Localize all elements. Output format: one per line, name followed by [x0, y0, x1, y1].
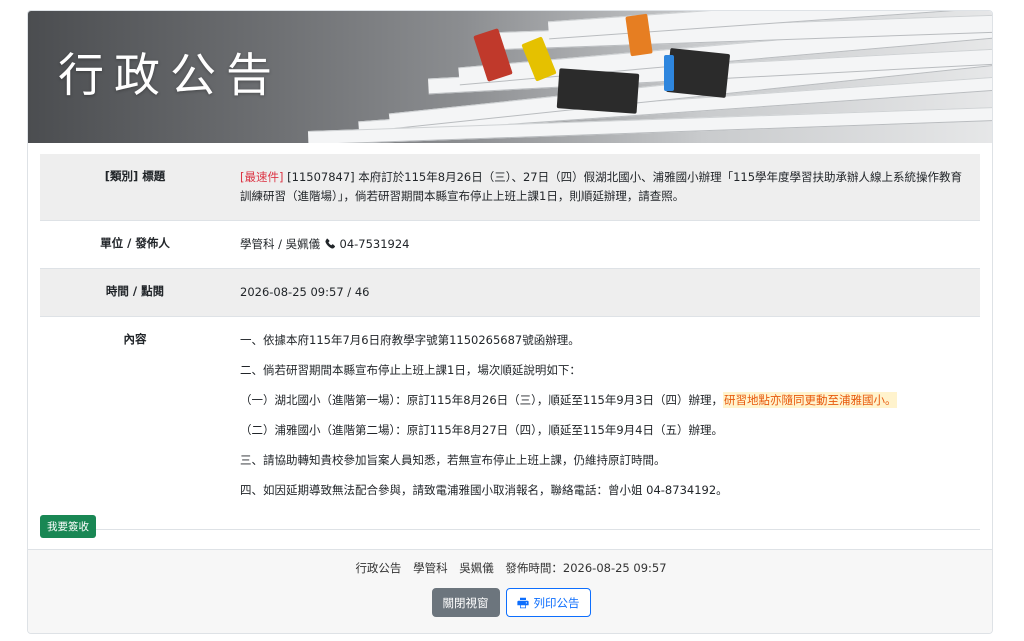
unit-label: 單位 / 發佈人 [100, 236, 170, 250]
banner-title: 行政公告 [58, 48, 282, 102]
content-label: 內容 [123, 332, 147, 346]
footer-unit: 學管科 [413, 561, 448, 575]
content-text: （一）湖北國小（進階第一場）：原訂115年8月26日（三），順延至115年9月3… [240, 393, 723, 407]
phone-icon [325, 238, 335, 249]
subject-label: [類別] 標題 [104, 169, 166, 183]
subject-text: [11507847] 本府訂於115年8月26日（三）、27日（四）假湖北國小、… [240, 170, 963, 203]
footer: 行政公告 學管科 吳姵儀 發佈時間：2026-08-25 09:57 關閉視窗 … [28, 549, 992, 633]
content-paragraph: （一）湖北國小（進階第一場）：原訂115年8月26日（三），順延至115年9月3… [240, 391, 970, 410]
content-paragraph: 一、依據本府115年7月6日府教學字號第1150265687號函辦理。 [240, 333, 580, 347]
highlighted-note: 研習地點亦隨同更動至浦雅國小。 [722, 392, 898, 408]
close-window-button[interactable]: 關閉視窗 [431, 588, 500, 617]
print-label: 列印公告 [533, 595, 580, 610]
footer-section: 行政公告 [355, 561, 402, 575]
time-value: 2026-08-25 09:57 / 46 [240, 285, 370, 299]
sign-receipt-button[interactable]: 我要簽收 [40, 515, 96, 538]
time-label: 時間 / 點閱 [105, 284, 165, 298]
content-row: 內容 一、依據本府115年7月6日府教學字號第1150265687號函辦理。 二… [40, 317, 980, 530]
footer-meta: 行政公告 學管科 吳姵儀 發佈時間：2026-08-25 09:57 [28, 560, 992, 576]
print-button[interactable]: 列印公告 [505, 588, 591, 617]
content-body: 一、依據本府115年7月6日府教學字號第1150265687號函辦理。 二、倘若… [230, 317, 980, 525]
subject-row: [類別] 標題 [最速件] [11507847] 本府訂於115年8月26日（三… [40, 154, 980, 221]
banner-image: 行政公告 [28, 11, 992, 143]
unit-publisher: 學管科 / 吳姵儀 [240, 237, 321, 251]
announcement-card: 行政公告 [類別] 標題 [最速件] [11507847] 本府訂於115年8月… [27, 10, 993, 634]
time-row: 時間 / 點閱 2026-08-25 09:57 / 46 [40, 269, 980, 317]
unit-value: 學管科 / 吳姵儀 04-7531924 [230, 221, 980, 268]
category-badge: [最速件] [240, 170, 284, 184]
printer-icon [516, 597, 529, 608]
content-paragraph: 三、請協助轉知貴校參加旨案人員知悉，若無宣布停止上班上課，仍維持原訂時間。 [240, 453, 666, 467]
footer-actions: 關閉視窗 列印公告 [28, 588, 992, 617]
content-paragraph: 二、倘若研習期間本縣宣布停止上班上課1日，場次順延說明如下： [240, 363, 581, 377]
subject-value: [最速件] [11507847] 本府訂於115年8月26日（三）、27日（四）… [230, 154, 980, 220]
unit-row: 單位 / 發佈人 學管科 / 吳姵儀 04-7531924 [40, 221, 980, 269]
footer-publish-time: 發佈時間：2026-08-25 09:57 [505, 561, 667, 575]
unit-phone: 04-7531924 [339, 237, 410, 251]
content-paragraph: （二）浦雅國小（進階第二場）：原訂115年8月27日（四），順延至115年9月4… [240, 423, 723, 437]
footer-person: 吳姵儀 [459, 561, 494, 575]
content-paragraph: 四、如因延期導致無法配合參與，請致電浦雅國小取消報名，聯絡電話：曾小姐 04-8… [240, 483, 728, 497]
announcement-table: [類別] 標題 [最速件] [11507847] 本府訂於115年8月26日（三… [40, 154, 980, 530]
